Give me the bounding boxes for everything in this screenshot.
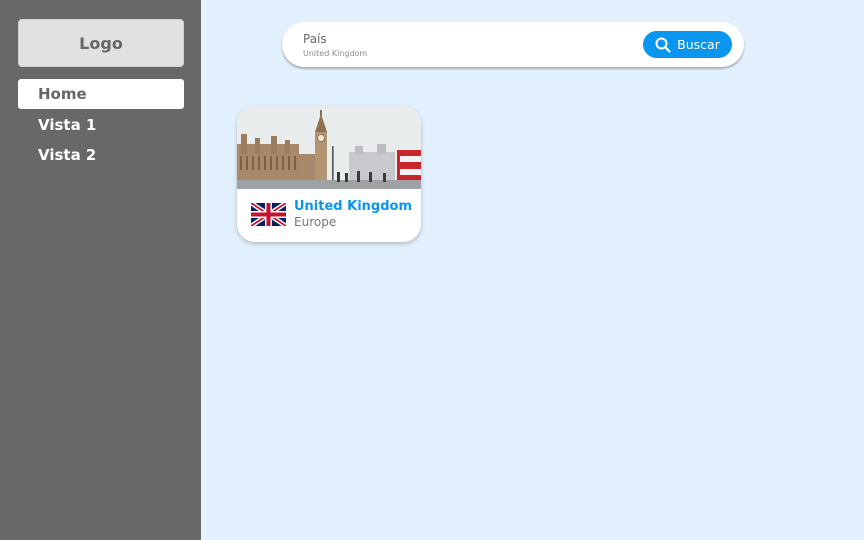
search-button[interactable]: Buscar: [643, 31, 732, 58]
search-button-label: Buscar: [677, 37, 720, 52]
country-card[interactable]: United Kingdom Europe: [237, 106, 421, 242]
uk-flag-icon: [251, 203, 286, 226]
search-bar[interactable]: País United Kingdom Buscar: [282, 22, 744, 67]
country-region: Europe: [294, 215, 337, 229]
search-input[interactable]: United Kingdom: [303, 49, 367, 58]
sidebar-item-vista-1[interactable]: Vista 1: [18, 110, 184, 140]
london-landmarks-photo: [237, 106, 421, 189]
search-icon: [655, 37, 671, 53]
sidebar-item-vista-2[interactable]: Vista 2: [18, 140, 184, 170]
country-name[interactable]: United Kingdom: [294, 199, 412, 214]
search-field-label: País: [303, 32, 327, 46]
sidebar: Logo Home Vista 1 Vista 2: [0, 0, 201, 540]
logo: Logo: [18, 19, 184, 67]
sidebar-item-home[interactable]: Home: [18, 79, 184, 109]
